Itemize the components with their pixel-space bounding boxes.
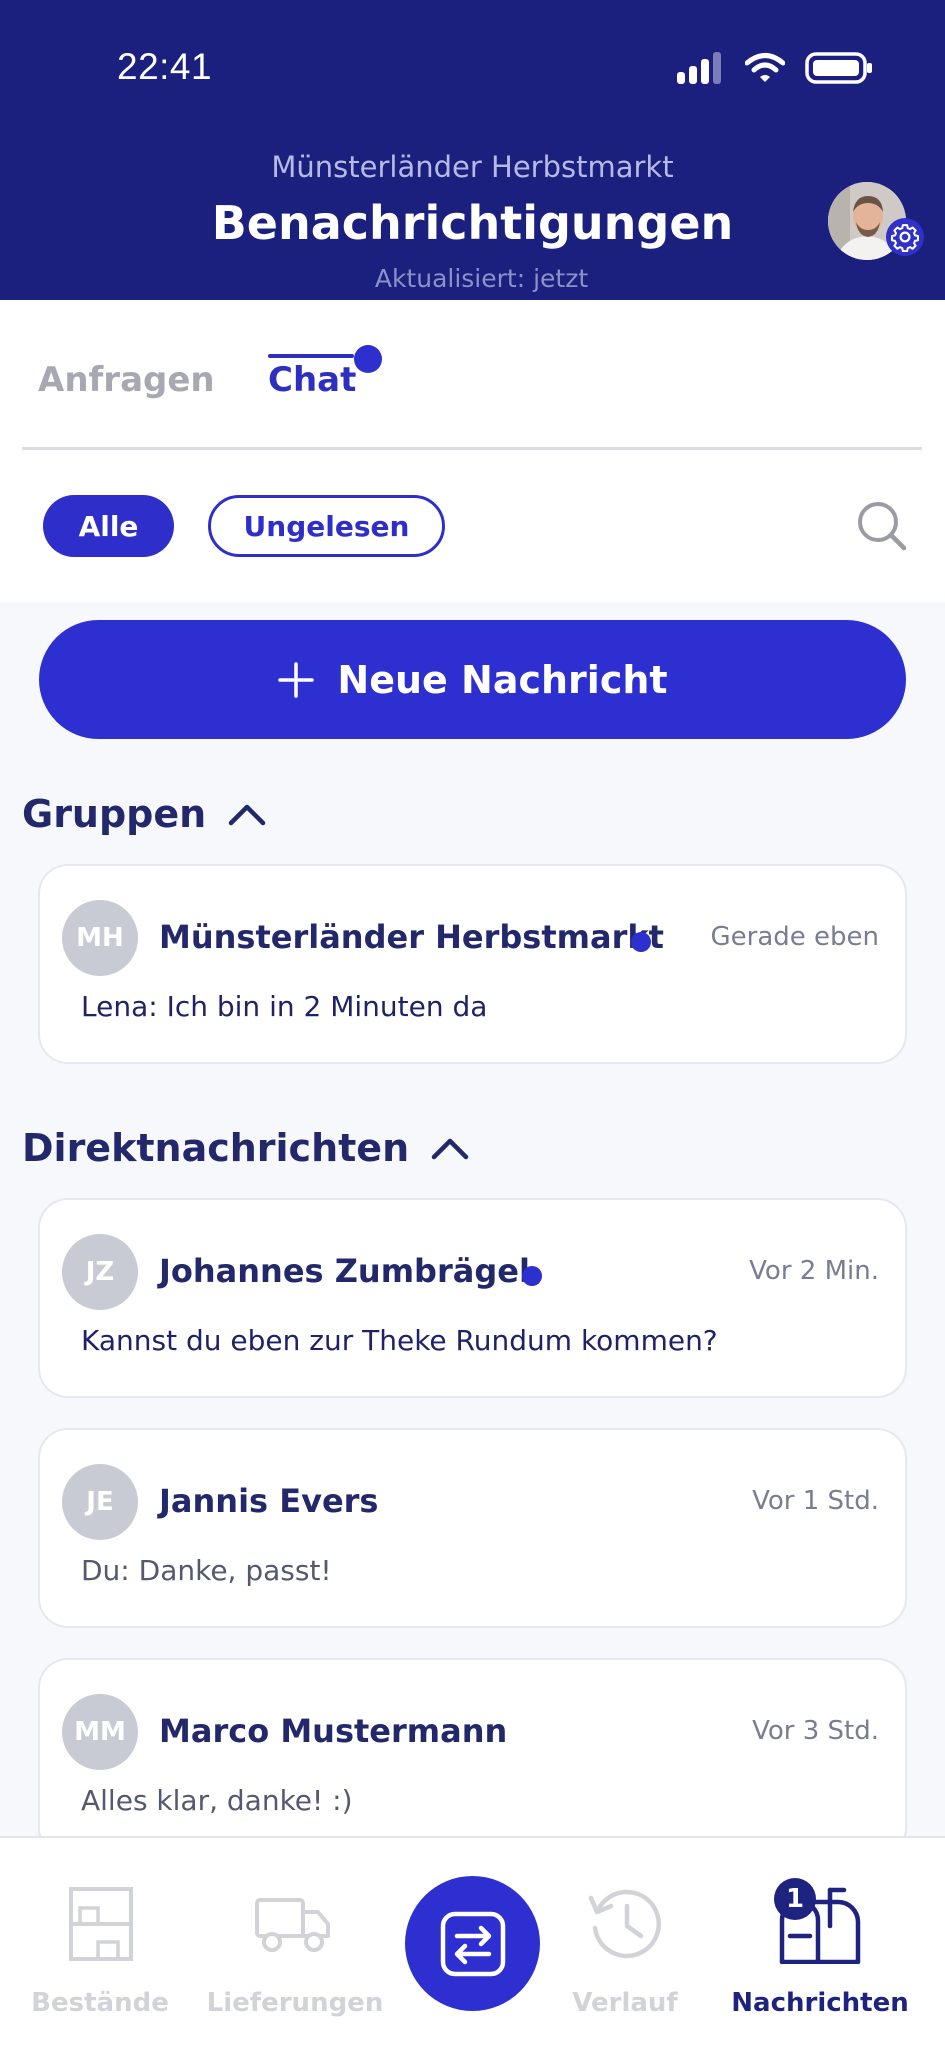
chat-time: Gerade eben [710, 922, 879, 952]
tab-chat[interactable]: Chat [268, 360, 356, 400]
nav-item-bestaende[interactable]: Bestände [30, 1838, 170, 2038]
avatar: MH [62, 900, 138, 976]
chat-name: Münsterländer Herbstmarkt [159, 918, 664, 956]
chat-name: Johannes Zumbrägel [159, 1252, 530, 1290]
new-message-label: Neue Nachricht [337, 657, 668, 702]
avatar: MM [62, 1694, 138, 1770]
shelf-icon [69, 1887, 133, 1961]
section-groups-header[interactable]: Gruppen [22, 792, 266, 836]
chat-time: Vor 1 Std. [752, 1486, 879, 1516]
section-groups-title: Gruppen [22, 792, 207, 836]
nav-label-lieferungen: Lieferungen [206, 1988, 384, 2018]
search-button[interactable] [854, 498, 910, 554]
chat-time: Vor 3 Std. [752, 1716, 879, 1746]
section-direct-header[interactable]: Direktnachrichten [22, 1126, 469, 1170]
nav-item-lieferungen[interactable]: Lieferungen [207, 1838, 383, 2038]
signal-icon [677, 52, 721, 84]
chat-list-item[interactable]: MM Marco Mustermann Vor 3 Std. Alles kla… [38, 1658, 907, 1858]
avatar: JZ [62, 1234, 138, 1310]
chat-preview: Lena: Ich bin in 2 Minuten da [81, 990, 488, 1023]
chat-name: Jannis Evers [159, 1482, 379, 1520]
wifi-icon [745, 53, 785, 82]
chevron-up-icon [228, 804, 266, 826]
unread-dot [522, 1266, 542, 1286]
notification-badge: 1 [774, 1878, 816, 1920]
truck-icon [255, 1898, 330, 1952]
chat-list-item[interactable]: MH Münsterländer Herbstmarkt Gerade eben… [38, 864, 907, 1064]
swap-icon [440, 1911, 505, 1976]
chat-name: Marco Mustermann [159, 1712, 508, 1750]
chevron-up-icon [431, 1138, 469, 1160]
settings-gear-button[interactable] [886, 218, 924, 256]
unread-dot [631, 932, 651, 952]
search-icon [858, 502, 907, 551]
tab-active-indicator [268, 354, 354, 358]
tabs-divider [22, 447, 922, 450]
chat-preview: Alles klar, danke! :) [81, 1784, 353, 1817]
chat-time: Vor 2 Min. [749, 1256, 879, 1286]
nav-item-verlauf[interactable]: Verlauf [560, 1838, 690, 2038]
chat-list-item[interactable]: JZ Johannes Zumbrägel Vor 2 Min. Kannst … [38, 1198, 907, 1398]
chat-preview: Kannst du eben zur Theke Rundum kommen? [81, 1324, 718, 1357]
event-subtitle: Münsterländer Herbstmarkt [271, 150, 674, 184]
gear-icon [891, 224, 919, 252]
chat-list-item[interactable]: JE Jannis Evers Vor 1 Std. Du: Danke, pa… [38, 1428, 907, 1628]
tab-chat-unread-dot [354, 345, 382, 373]
nav-label-nachrichten: Nachrichten [731, 1988, 909, 2018]
plus-icon [278, 661, 315, 698]
app-header: 22:41 Münsterländer Herbstmarkt Benachri… [0, 0, 945, 300]
avatar: JE [62, 1464, 138, 1540]
history-icon [588, 1889, 661, 1959]
tab-requests[interactable]: Anfragen [38, 360, 215, 400]
filter-unread-chip[interactable]: Ungelesen [208, 495, 445, 557]
new-message-button[interactable]: Neue Nachricht [39, 620, 906, 739]
status-time: 22:41 [117, 46, 213, 87]
nav-center-action-button[interactable] [405, 1876, 540, 2011]
nav-label-verlauf: Verlauf [572, 1988, 678, 2018]
nav-label-bestaende: Bestände [31, 1988, 169, 2018]
status-icons [677, 52, 873, 84]
section-direct-title: Direktnachrichten [22, 1126, 410, 1170]
battery-icon [805, 52, 872, 84]
updated-status: Aktualisiert: jetzt [374, 264, 589, 293]
filter-all-chip[interactable]: Alle [43, 495, 174, 557]
tabs-filter-area: Anfragen Chat Alle Ungelesen [0, 300, 945, 602]
chat-preview: Du: Danke, passt! [81, 1554, 332, 1587]
bottom-navigation: Bestände Lieferungen Verlauf Nachrichten… [0, 1836, 945, 2048]
nav-item-nachrichten[interactable]: Nachrichten [730, 1838, 910, 2038]
page-title: Benachrichtigungen [211, 196, 734, 250]
